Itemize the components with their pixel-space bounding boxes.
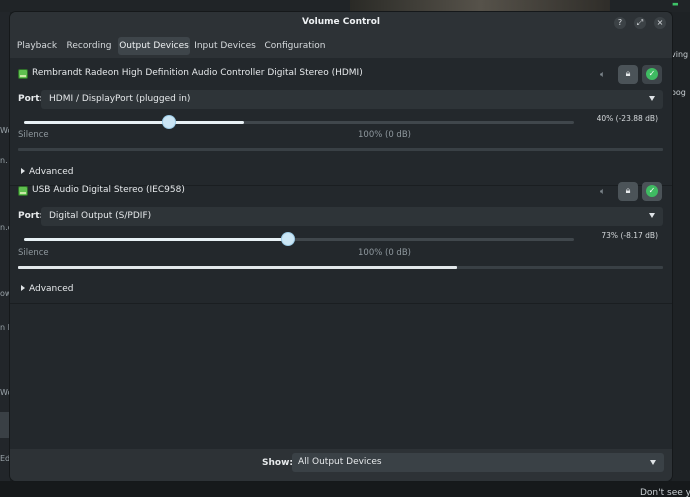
- level-meter-fill: [18, 266, 457, 269]
- level-meter: [18, 148, 663, 151]
- advanced-expander[interactable]: Advanced: [21, 284, 73, 294]
- device-name: Rembrandt Radeon High Definition Audio C…: [32, 68, 363, 78]
- check-icon: ✓: [646, 68, 658, 80]
- port-label: Port:: [18, 211, 44, 221]
- tab-recording[interactable]: Recording: [64, 37, 114, 55]
- background-bottom-bar: [0, 481, 690, 497]
- footer-bar: Show: All Output Devices: [10, 449, 672, 481]
- port-select[interactable]: HDMI / DisplayPort (plugged in): [41, 90, 663, 109]
- volume-slider-track[interactable]: [24, 238, 574, 241]
- audio-card-icon: [18, 69, 28, 79]
- silence-mark-label: Silence: [18, 130, 49, 140]
- chevron-down-icon: [649, 213, 655, 218]
- level-meter: [18, 266, 663, 269]
- audio-card-icon: [18, 186, 28, 196]
- port-select-value: Digital Output (S/PDIF): [49, 211, 152, 221]
- background-left-text: n.: [0, 156, 8, 165]
- mute-speaker-icon[interactable]: 🔈︎: [600, 187, 610, 197]
- tab-configuration[interactable]: Configuration: [264, 37, 326, 55]
- volume-slider-handle[interactable]: [281, 232, 295, 246]
- check-icon: ✓: [646, 185, 658, 197]
- volume-readout: 40% (-23.88 dB): [596, 114, 658, 123]
- volume-slider-fill: [24, 121, 244, 124]
- advanced-label: Advanced: [29, 167, 74, 177]
- background-right-text: ving: [671, 50, 689, 59]
- set-default-button[interactable]: ✓: [642, 65, 662, 84]
- background-left-text: Ed: [0, 454, 11, 463]
- tab-input-devices[interactable]: Input Devices: [194, 37, 256, 55]
- background-right-panel: [672, 12, 690, 497]
- device-name: USB Audio Digital Stereo (IEC958): [32, 185, 185, 195]
- tab-bar: Playback Recording Output Devices Input …: [10, 36, 672, 56]
- maximize-button[interactable]: ⤢: [634, 17, 646, 29]
- expand-triangle-icon: [21, 285, 25, 291]
- output-devices-panel: Rembrandt Radeon High Definition Audio C…: [10, 58, 672, 449]
- volume-slider-fill: [24, 238, 294, 241]
- background-right-text: oog: [671, 88, 686, 97]
- background-bottom-text: Don't see y: [640, 488, 690, 497]
- background-app-icon: ▬: [672, 0, 679, 8]
- silence-mark-label: Silence: [18, 248, 49, 258]
- close-button[interactable]: ×: [654, 17, 666, 29]
- show-label: Show:: [262, 458, 293, 468]
- volume-control-window: Volume Control ? ⤢ × Playback Recording …: [10, 12, 672, 481]
- lock-icon: 🔒︎: [625, 186, 631, 196]
- titlebar: Volume Control ? ⤢ ×: [10, 12, 672, 34]
- port-select[interactable]: Digital Output (S/PDIF): [41, 207, 663, 226]
- lock-channels-button[interactable]: 🔒︎: [618, 65, 638, 84]
- chevron-down-icon: [649, 96, 655, 101]
- background-image-strip: [350, 0, 610, 12]
- tab-output-devices[interactable]: Output Devices: [118, 37, 190, 55]
- advanced-label: Advanced: [29, 284, 74, 294]
- lock-icon: 🔒︎: [625, 69, 631, 79]
- volume-slider-track[interactable]: [24, 121, 574, 124]
- set-default-button[interactable]: ✓: [642, 182, 662, 201]
- volume-readout: 73% (-8.17 dB): [601, 231, 658, 240]
- advanced-expander[interactable]: Advanced: [21, 167, 73, 177]
- volume-slider-handle[interactable]: [162, 115, 176, 129]
- reference-mark-label: 100% (0 dB): [358, 248, 411, 258]
- tab-playback[interactable]: Playback: [12, 37, 62, 55]
- expand-triangle-icon: [21, 168, 25, 174]
- device-divider: [10, 303, 672, 304]
- show-filter-value: All Output Devices: [298, 457, 382, 467]
- help-button[interactable]: ?: [614, 17, 626, 29]
- lock-channels-button[interactable]: 🔒︎: [618, 182, 638, 201]
- mute-speaker-icon[interactable]: 🔈︎: [600, 70, 610, 80]
- chevron-down-icon: [650, 460, 656, 465]
- reference-mark-label: 100% (0 dB): [358, 130, 411, 140]
- show-filter-select[interactable]: All Output Devices: [292, 453, 664, 472]
- window-title: Volume Control: [302, 17, 380, 27]
- port-label: Port:: [18, 94, 44, 104]
- background-left-highlight: [0, 412, 10, 438]
- port-select-value: HDMI / DisplayPort (plugged in): [49, 94, 191, 104]
